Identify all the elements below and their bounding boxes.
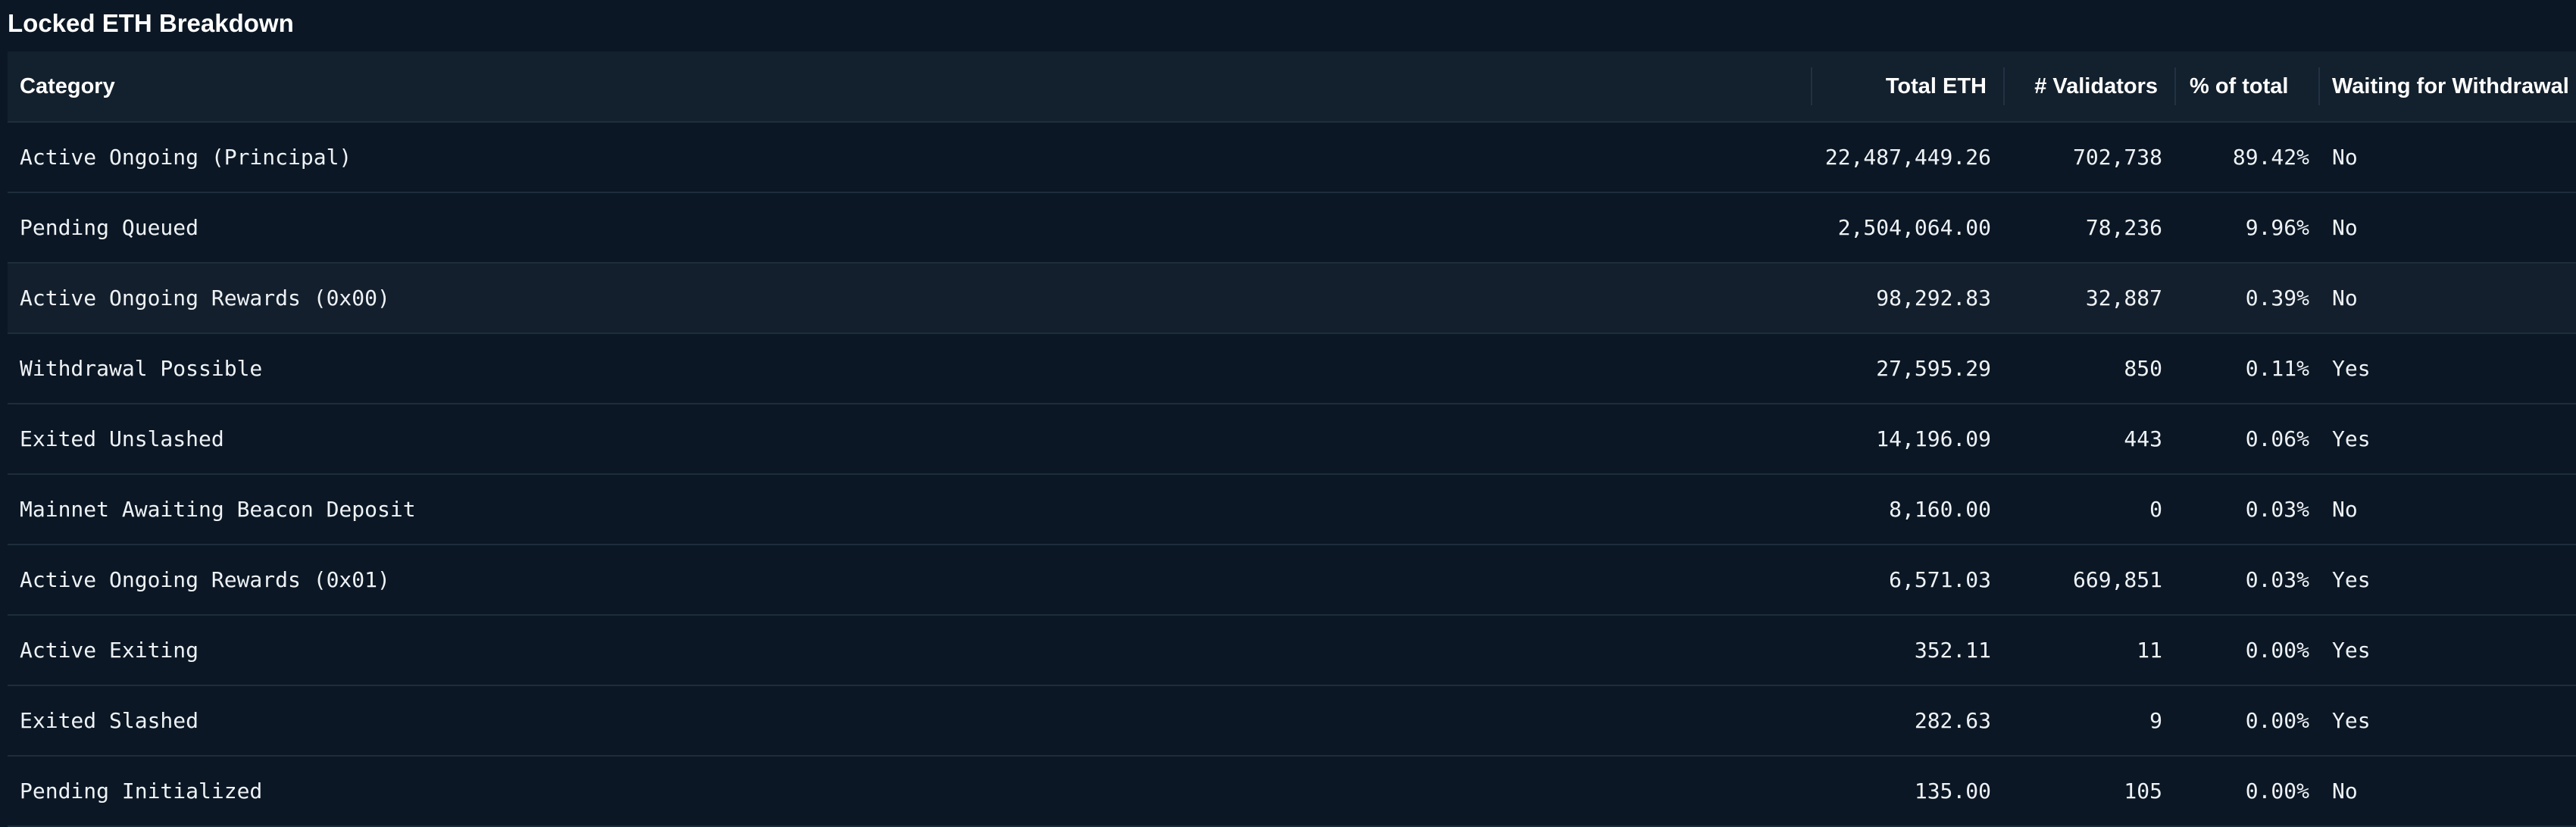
cell-percent: 0.06%	[2245, 426, 2309, 451]
cell-total-eth: 27,595.29	[1876, 356, 1991, 381]
cell-percent: 0.11%	[2245, 356, 2309, 381]
table-row[interactable]: Withdrawal Possible 27,595.29 850 0.11% …	[8, 334, 2576, 404]
cell-waiting: Yes	[2332, 638, 2371, 663]
cell-validators: 11	[2137, 638, 2162, 663]
cell-percent: 0.00%	[2245, 638, 2309, 663]
cell-total-eth: 22,487,449.26	[1824, 145, 1991, 170]
cell-waiting: No	[2332, 286, 2358, 311]
cell-validators: 9	[2149, 708, 2162, 733]
cell-percent: 0.39%	[2245, 286, 2309, 311]
table-row[interactable]: Active Ongoing Rewards (0x00) 98,292.83 …	[8, 264, 2576, 334]
cell-category: Exited Unslashed	[20, 426, 224, 451]
column-header-category[interactable]: Category	[8, 67, 1812, 105]
table-row[interactable]: Pending Initialized 135.00 105 0.00% No	[8, 757, 2576, 827]
table-row[interactable]: Exited Unslashed 14,196.09 443 0.06% Yes	[8, 404, 2576, 475]
cell-waiting: No	[2332, 145, 2358, 170]
table-row[interactable]: Active Ongoing (Principal) 22,487,449.26…	[8, 123, 2576, 193]
column-header-validators[interactable]: # Validators	[2005, 67, 2176, 105]
cell-percent: 0.03%	[2245, 497, 2309, 522]
cell-waiting: Yes	[2332, 708, 2371, 733]
cell-category: Active Ongoing Rewards (0x00)	[20, 286, 390, 311]
cell-validators: 78,236	[2085, 215, 2162, 240]
table-header-row: Category Total ETH # Validators % of tot…	[8, 51, 2576, 123]
cell-validators: 702,738	[2072, 145, 2162, 170]
cell-waiting: Yes	[2332, 426, 2371, 451]
cell-category: Active Ongoing (Principal)	[20, 145, 352, 170]
table-row[interactable]: Active Exiting 352.11 11 0.00% Yes	[8, 616, 2576, 686]
cell-validators: 443	[2124, 426, 2162, 451]
cell-total-eth: 6,571.03	[1889, 567, 1991, 592]
column-header-waiting-for-withdrawal[interactable]: Waiting for Withdrawal	[2320, 51, 2576, 121]
table-row[interactable]: Mainnet Awaiting Beacon Deposit 8,160.00…	[8, 475, 2576, 545]
cell-total-eth: 282.63	[1914, 708, 1991, 733]
cell-percent: 89.42%	[2232, 145, 2309, 170]
cell-total-eth: 352.11	[1914, 638, 1991, 663]
cell-category: Pending Initialized	[20, 779, 263, 804]
cell-total-eth: 14,196.09	[1876, 426, 1991, 451]
cell-validators: 0	[2149, 497, 2162, 522]
cell-percent: 0.00%	[2245, 708, 2309, 733]
cell-category: Exited Slashed	[20, 708, 199, 733]
cell-percent: 0.00%	[2245, 779, 2309, 804]
table-row[interactable]: Active Ongoing Rewards (0x01) 6,571.03 6…	[8, 545, 2576, 616]
cell-validators: 32,887	[2085, 286, 2162, 311]
cell-category: Pending Queued	[20, 215, 199, 240]
cell-total-eth: 2,504,064.00	[1837, 215, 1991, 240]
cell-total-eth: 8,160.00	[1889, 497, 1991, 522]
cell-waiting: Yes	[2332, 356, 2371, 381]
cell-waiting: No	[2332, 215, 2358, 240]
cell-waiting: No	[2332, 497, 2358, 522]
locked-eth-table: Category Total ETH # Validators % of tot…	[8, 51, 2576, 827]
cell-validators: 105	[2124, 779, 2162, 804]
table-row[interactable]: Exited Slashed 282.63 9 0.00% Yes	[8, 686, 2576, 757]
table-row[interactable]: Pending Queued 2,504,064.00 78,236 9.96%…	[8, 193, 2576, 264]
cell-total-eth: 98,292.83	[1876, 286, 1991, 311]
cell-category: Active Exiting	[20, 638, 199, 663]
cell-total-eth: 135.00	[1914, 779, 1991, 804]
cell-validators: 669,851	[2072, 567, 2162, 592]
cell-waiting: Yes	[2332, 567, 2371, 592]
page-title: Locked ETH Breakdown	[8, 9, 294, 37]
cell-category: Withdrawal Possible	[20, 356, 263, 381]
cell-percent: 9.96%	[2245, 215, 2309, 240]
cell-category: Active Ongoing Rewards (0x01)	[20, 567, 390, 592]
cell-category: Mainnet Awaiting Beacon Deposit	[20, 497, 416, 522]
cell-percent: 0.03%	[2245, 567, 2309, 592]
cell-waiting: No	[2332, 779, 2358, 804]
column-header-percent-of-total[interactable]: % of total	[2176, 67, 2320, 105]
cell-validators: 850	[2124, 356, 2162, 381]
column-header-total-eth[interactable]: Total ETH	[1812, 67, 2005, 105]
